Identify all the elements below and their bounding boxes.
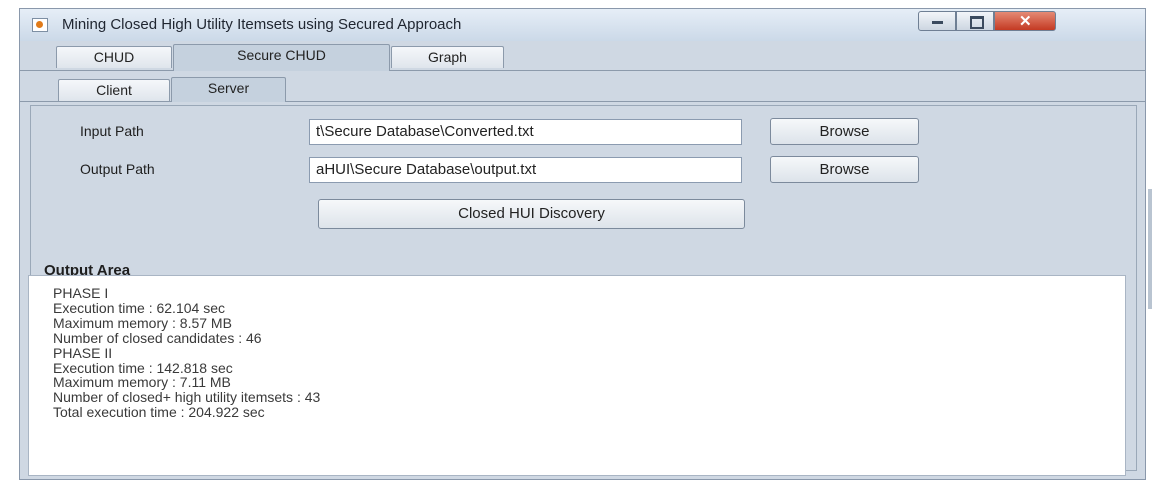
tab-graph[interactable]: Graph <box>391 46 504 68</box>
output-line: Number of closed+ high utility itemsets … <box>53 389 321 406</box>
java-app-icon <box>32 18 48 32</box>
window-title: Mining Closed High Utility Itemsets usin… <box>62 16 462 33</box>
output-line: Total execution time : 204.922 sec <box>53 404 265 421</box>
close-button[interactable]: ✕ <box>994 11 1056 31</box>
input-path-label: Input Path <box>80 123 144 139</box>
output-line: Execution time : 62.104 sec <box>53 299 225 316</box>
output-text-area[interactable]: PHASE I Execution time : 62.104 sec Maxi… <box>28 275 1126 476</box>
output-line: Maximum memory : 7.11 MB <box>53 374 231 391</box>
tab-server[interactable]: Server <box>171 77 286 102</box>
tab-client[interactable]: Client <box>58 79 170 101</box>
minimize-button[interactable] <box>918 11 956 31</box>
output-line: PHASE II <box>53 344 113 361</box>
sub-tab-bar: Client Server <box>20 76 1145 102</box>
output-line: Maximum memory : 8.57 MB <box>53 314 232 331</box>
maximize-button[interactable] <box>956 11 994 31</box>
input-browse-button[interactable]: Browse <box>770 118 919 145</box>
title-bar: Mining Closed High Utility Itemsets usin… <box>20 9 1145 41</box>
maximize-icon <box>970 16 984 29</box>
input-path-field[interactable]: t\Secure Database\Converted.txt <box>309 119 742 145</box>
close-icon: ✕ <box>1019 13 1032 30</box>
tab-chud[interactable]: CHUD <box>56 46 172 68</box>
tab-secure-chud[interactable]: Secure CHUD <box>173 44 390 71</box>
main-tab-bar: CHUD Secure CHUD Graph <box>20 43 1145 71</box>
output-line: Execution time : 142.818 sec <box>53 359 233 376</box>
output-line: PHASE I <box>53 285 109 301</box>
closed-hui-discovery-button[interactable]: Closed HUI Discovery <box>318 199 745 229</box>
output-browse-button[interactable]: Browse <box>770 156 919 183</box>
output-path-field[interactable]: aHUI\Secure Database\output.txt <box>309 157 742 183</box>
minimize-icon <box>932 21 943 24</box>
output-line: Number of closed candidates : 46 <box>53 329 262 346</box>
panel-scrollbar[interactable] <box>1148 189 1152 309</box>
output-path-label: Output Path <box>80 161 155 177</box>
